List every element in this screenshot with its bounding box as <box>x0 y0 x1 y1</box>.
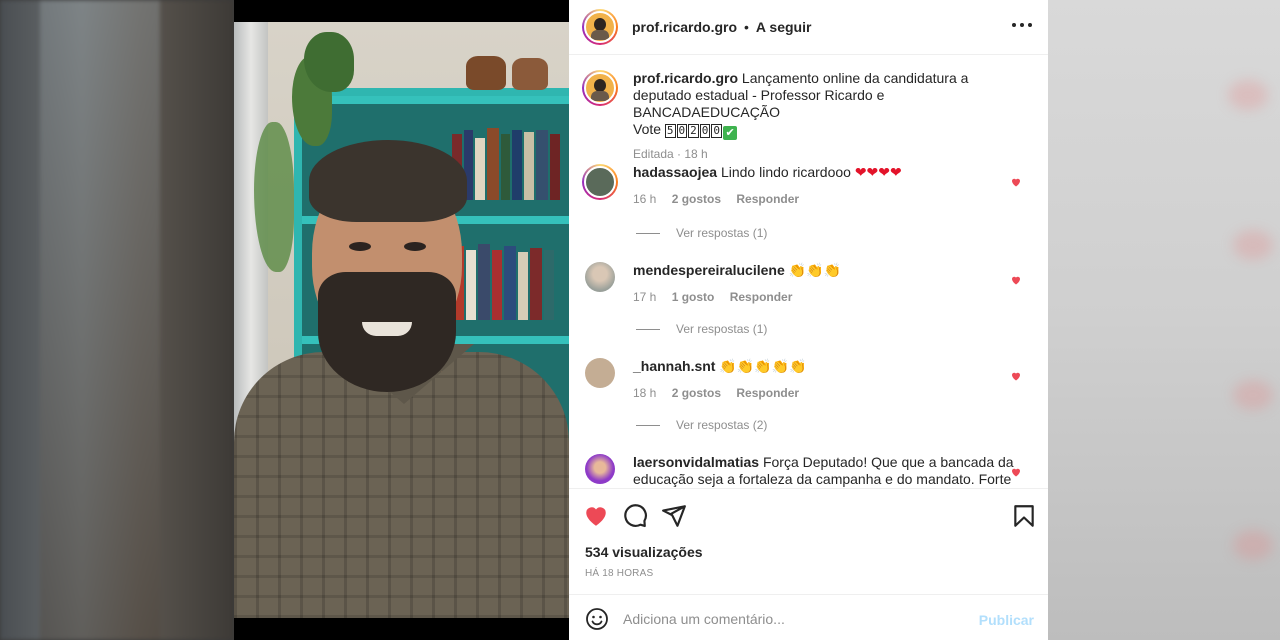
caption: prof.ricardo.gro Lançamento online da ca… <box>582 70 1022 161</box>
comment-username[interactable]: hadassaojea <box>633 164 717 180</box>
publish-button[interactable]: Publicar <box>979 612 1034 628</box>
commenter-avatar[interactable] <box>585 358 615 388</box>
comment-like-heart-icon[interactable] <box>1010 466 1022 478</box>
action-bar: 534 visualizações HÁ 18 HORAS <box>569 488 1048 594</box>
comments-list[interactable]: prof.ricardo.gro Lançamento online da ca… <box>569 56 1048 488</box>
vote-label: Vote <box>633 121 662 137</box>
caption-edited: Editada · 18 h <box>633 147 708 161</box>
comment-username[interactable]: _hannah.snt <box>633 358 715 374</box>
background-right <box>1048 0 1280 640</box>
comment-time: 16 h <box>633 192 657 206</box>
comment-time: 18 h <box>633 386 657 400</box>
post-panel: prof.ricardo.gro • A seguir prof.ricardo… <box>569 0 1048 640</box>
comment-username[interactable]: laersonvidalmatias <box>633 454 759 470</box>
comment-likes[interactable]: 2 gostos <box>672 192 721 206</box>
view-replies[interactable]: Ver respostas (2) <box>636 418 767 432</box>
video-player[interactable] <box>234 0 569 640</box>
clapping-emoji: 👏👏👏 <box>788 263 841 279</box>
comment-likes[interactable]: 2 gostos <box>672 386 721 400</box>
comment-input[interactable] <box>623 608 963 630</box>
view-replies[interactable]: Ver respostas (1) <box>636 226 767 240</box>
vote-number: 50200 <box>664 124 723 138</box>
check-mark-icon: ✔ <box>723 126 738 140</box>
reply-button[interactable]: Responder <box>730 290 793 304</box>
avatar[interactable] <box>582 9 618 45</box>
background-left <box>0 0 234 640</box>
view-count[interactable]: 534 visualizações <box>585 544 703 560</box>
commenter-avatar[interactable] <box>585 262 615 292</box>
following-button[interactable]: A seguir <box>756 19 812 35</box>
bookmark-icon[interactable] <box>1011 503 1037 529</box>
comment-item: mendespereiralucilene 👏👏👏 17 h 1 gosto R… <box>582 262 1022 352</box>
view-replies[interactable]: Ver respostas (1) <box>636 322 767 336</box>
comment-likes[interactable]: 1 gosto <box>672 290 715 304</box>
emoji-icon[interactable] <box>585 607 609 631</box>
post-timestamp: HÁ 18 HORAS <box>585 568 654 579</box>
post-header: prof.ricardo.gro • A seguir <box>569 0 1048 55</box>
more-options-icon[interactable] <box>1012 18 1032 32</box>
comment-like-heart-icon[interactable] <box>1010 274 1022 286</box>
header-username[interactable]: prof.ricardo.gro <box>632 19 737 35</box>
caption-avatar[interactable] <box>582 70 618 106</box>
video-frame <box>234 22 569 618</box>
like-heart-icon[interactable] <box>583 503 609 529</box>
commenter-avatar[interactable] <box>582 164 618 200</box>
clapping-emoji: 👏👏👏👏👏 <box>719 359 807 375</box>
comment-icon[interactable] <box>622 503 648 529</box>
comment-time: 17 h <box>633 290 657 304</box>
commenter-avatar[interactable] <box>585 454 615 484</box>
comment-like-heart-icon[interactable] <box>1010 370 1022 382</box>
header-separator: • <box>744 19 749 35</box>
comment-text: Lindo lindo ricardooo <box>720 164 851 180</box>
reply-button[interactable]: Responder <box>736 386 799 400</box>
comment-username[interactable]: mendespereiralucilene <box>633 262 785 278</box>
comment-item: laersonvidalmatias Força Deputado! Que q… <box>582 454 1022 488</box>
comment-item: hadassaojea Lindo lindo ricardooo ❤❤❤❤ 1… <box>582 164 1022 254</box>
heart-emoji: ❤❤❤❤ <box>854 165 902 181</box>
comment-item: _hannah.snt 👏👏👏👏👏 18 h 2 gostos Responde… <box>582 358 1022 448</box>
reply-button[interactable]: Responder <box>736 192 799 206</box>
comment-composer: Publicar <box>569 594 1048 640</box>
comment-like-heart-icon[interactable] <box>1010 176 1022 188</box>
caption-username[interactable]: prof.ricardo.gro <box>633 70 738 86</box>
share-icon[interactable] <box>661 503 687 529</box>
